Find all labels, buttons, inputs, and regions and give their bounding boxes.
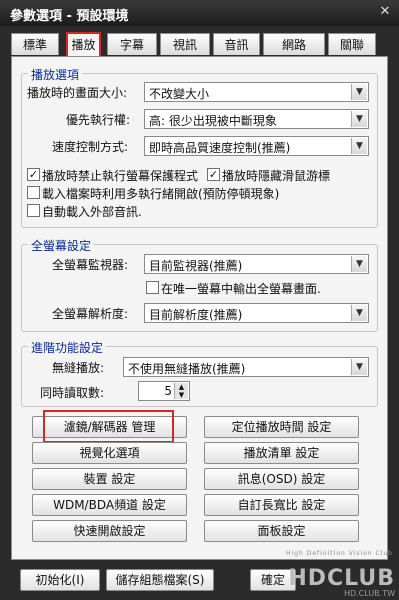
checkbox-unchecked-icon <box>27 204 40 217</box>
tab-video[interactable]: 視訊 <box>160 33 210 55</box>
wdm-bda-channel-button[interactable]: WDM/BDA頻道 設定 <box>32 494 187 516</box>
priority-label: 優先執行權: <box>66 113 131 127</box>
watermark-tagline: High Definition Vision Club <box>286 550 393 557</box>
speed-control-select[interactable]: 即時高品質速度控制(推薦) ▼ <box>144 136 369 156</box>
checkbox-checked-icon: ✓ <box>207 168 220 181</box>
window-title: 參數選項 - 預設環境 <box>10 9 129 24</box>
preferences-window: 參數選項 - 預設環境 ✕ 標準 播放 字幕 視訊 音訊 網路 關聯 播放選項 … <box>0 0 399 600</box>
concurrent-read-label: 同時讀取數: <box>40 386 105 400</box>
screen-size-label: 播放時的畫面大小: <box>27 86 128 100</box>
fullscreen-legend: 全螢幕設定 <box>28 237 95 254</box>
tab-association[interactable]: 關聯 <box>328 33 376 55</box>
speed-control-label: 速度控制方式: <box>52 140 129 154</box>
tab-panel: 播放選項 播放時的畫面大小: 不改變大小 ▼ 優先執行權: 高: 很少出現被中斷… <box>11 56 388 560</box>
watermark-logo: HDCLUB <box>288 566 395 591</box>
highlight-box <box>43 410 174 443</box>
playlist-settings-button[interactable]: 播放清單 設定 <box>204 442 359 464</box>
save-config-button[interactable]: 儲存組態檔案(S) <box>106 569 214 591</box>
concurrent-read-stepper[interactable]: 5 ▲ ▼ <box>138 381 190 401</box>
chevron-down-icon: ▼ <box>351 138 367 154</box>
close-icon[interactable]: ✕ <box>377 4 393 20</box>
initialize-button[interactable]: 初始化(I) <box>20 569 100 591</box>
chevron-down-icon: ▼ <box>351 84 367 100</box>
checkbox-checked-icon: ✓ <box>27 168 40 181</box>
tab-standard[interactable]: 標準 <box>11 33 59 55</box>
tab-network[interactable]: 網路 <box>263 33 325 55</box>
osd-settings-button[interactable]: 訊息(OSD) 設定 <box>204 468 359 490</box>
fullscreen-resolution-select[interactable]: 目前解析度(推薦) ▼ <box>144 303 369 323</box>
advanced-group: 進階功能設定 無縫播放: 不使用無縫播放(推薦) ▼ 同時讀取數: 5 ▲ ▼ <box>21 339 378 407</box>
seamless-playback-label: 無縫播放: <box>52 361 105 375</box>
visualization-options-button[interactable]: 視覺化選項 <box>32 442 187 464</box>
checkbox-unchecked-icon <box>146 281 159 294</box>
chevron-down-icon: ▼ <box>351 111 367 127</box>
chevron-down-icon: ▼ <box>351 359 367 375</box>
fullscreen-monitor-select[interactable]: 目前監視器(推薦) ▼ <box>144 254 369 274</box>
priority-select[interactable]: 高: 很少出現被中斷現象 ▼ <box>144 109 369 129</box>
seamless-playback-select[interactable]: 不使用無縫播放(推薦) ▼ <box>123 357 369 377</box>
spin-arrows-icon[interactable]: ▲ ▼ <box>174 383 188 399</box>
advanced-legend: 進階功能設定 <box>28 339 107 356</box>
watermark-url: HD.CLUB.TW <box>343 589 395 598</box>
seek-time-settings-button[interactable]: 定位播放時間 設定 <box>204 416 359 438</box>
fullscreen-resolution-label: 全螢幕解析度: <box>52 307 129 321</box>
fullscreen-monitor-label: 全螢幕監視器: <box>52 258 129 272</box>
checkbox-unchecked-icon <box>27 186 40 199</box>
screen-size-select[interactable]: 不改變大小 ▼ <box>144 82 369 102</box>
quick-open-settings-button[interactable]: 快速開啟設定 <box>32 520 187 542</box>
device-settings-button[interactable]: 裝置 設定 <box>32 468 187 490</box>
chevron-down-icon: ▼ <box>351 256 367 272</box>
tab-audio[interactable]: 音訊 <box>213 33 260 55</box>
fullscreen-group: 全螢幕設定 全螢幕監視器: 目前監視器(推薦) ▼ 在唯一螢幕中輸出全螢幕畫面.… <box>21 237 378 332</box>
tab-playback[interactable]: 播放 <box>66 32 101 57</box>
title-bar: 參數選項 - 預設環境 ✕ <box>0 0 399 26</box>
aspect-ratio-settings-button[interactable]: 自訂長寬比 設定 <box>204 494 359 516</box>
chevron-down-icon: ▼ <box>351 305 367 321</box>
skin-settings-button[interactable]: 面板設定 <box>204 520 359 542</box>
tab-subtitles[interactable]: 字幕 <box>107 33 157 55</box>
playback-options-legend: 播放選項 <box>28 66 83 83</box>
playback-options-group: 播放選項 播放時的畫面大小: 不改變大小 ▼ 優先執行權: 高: 很少出現被中斷… <box>21 66 378 228</box>
